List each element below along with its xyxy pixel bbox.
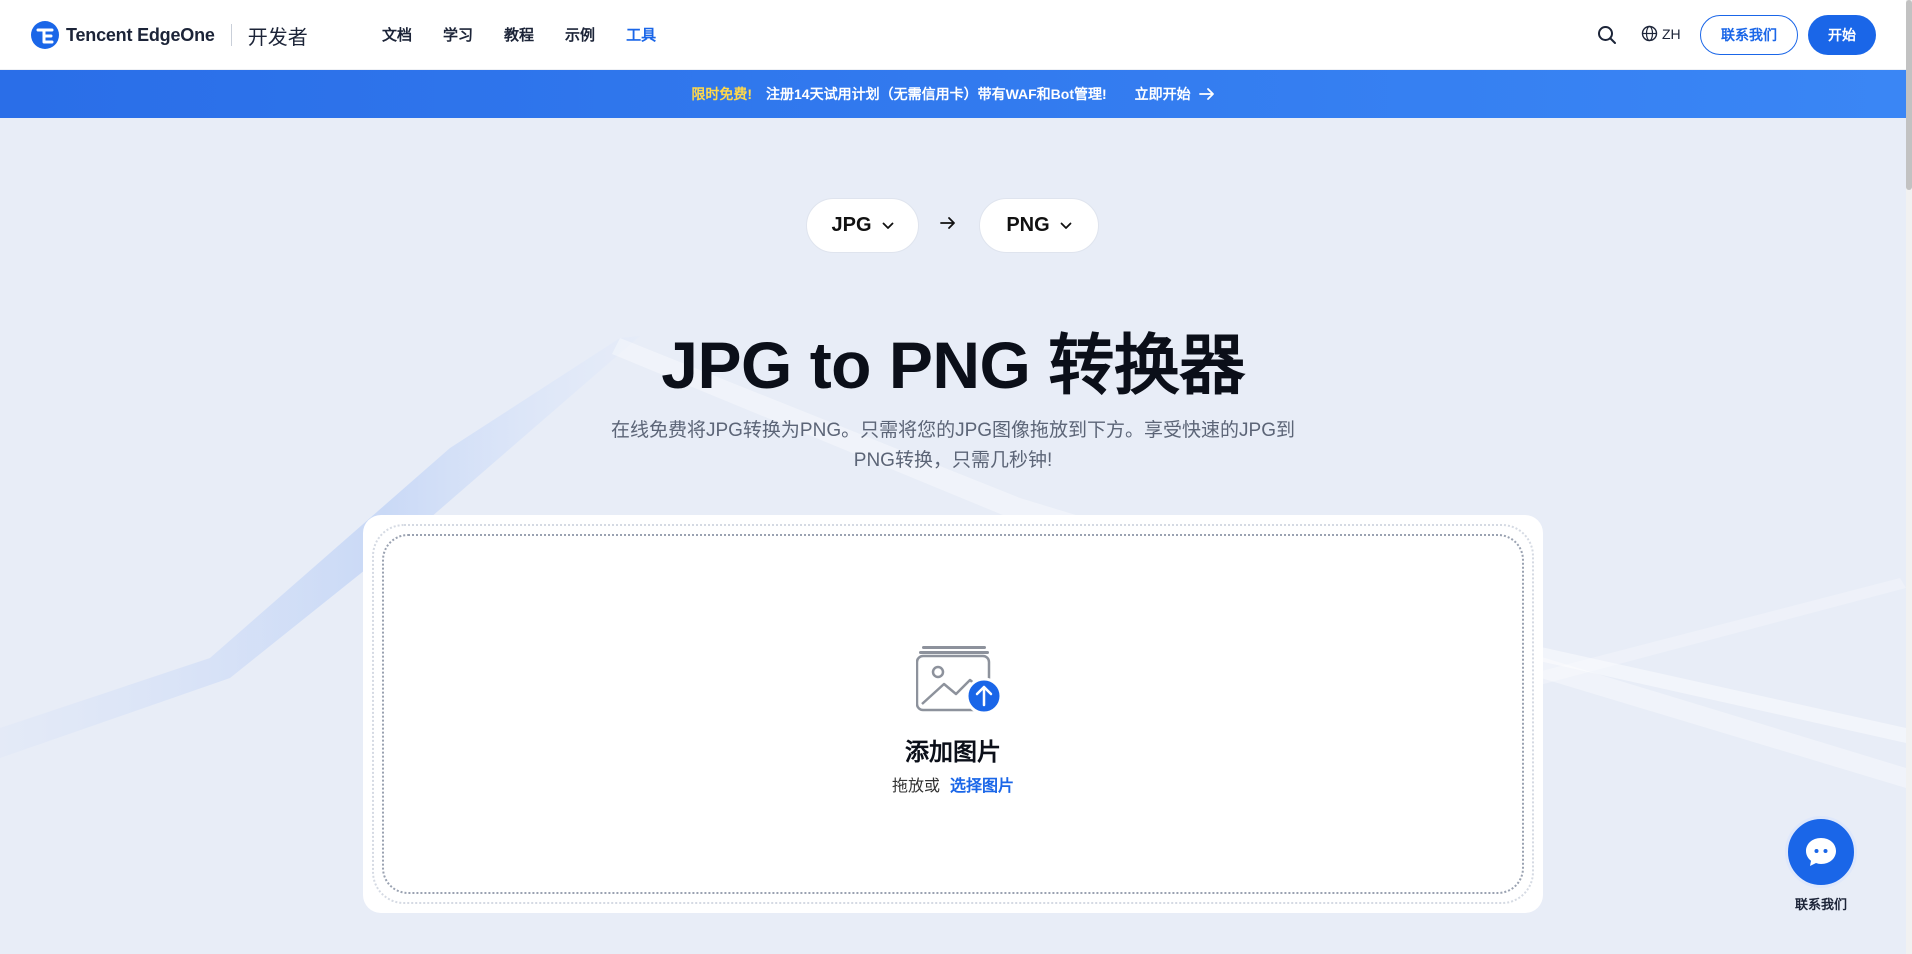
nav-tutorials[interactable]: 教程 [504, 24, 534, 45]
promo-link-label: 立即开始 [1134, 86, 1191, 102]
upload-hint-text: 拖放或 [891, 778, 940, 795]
scrollbar-thumb[interactable] [1906, 0, 1912, 190]
nav-docs[interactable]: 文档 [382, 24, 412, 45]
image-upload-icon [916, 646, 1003, 714]
chat-bubble-icon [1806, 838, 1836, 866]
nav-learn[interactable]: 学习 [443, 24, 473, 45]
promo-banner: 限时免费! 注册14天试用计划（无需信用卡）带有WAF和Bot管理! 立即开始 [0, 70, 1906, 118]
to-format-label: PNG [1006, 214, 1050, 236]
search-icon[interactable] [1596, 24, 1618, 46]
to-format-select[interactable]: PNG [979, 198, 1099, 253]
chevron-down-icon [1060, 222, 1072, 229]
upload-hint: 拖放或 选择图片 [0, 772, 1906, 796]
promo-text: 注册14天试用计划（无需信用卡）带有WAF和Bot管理! [766, 86, 1107, 102]
upload-dropzone[interactable] [382, 534, 1524, 894]
upload-title: 添加图片 [905, 739, 1001, 766]
main-nav: 文档 学习 教程 示例 工具 [382, 24, 687, 45]
select-image-link[interactable]: 选择图片 [950, 778, 1014, 795]
from-format-label: JPG [831, 214, 872, 236]
chat-label: 联系我们 [1794, 897, 1847, 912]
arrow-right-icon [1198, 88, 1214, 100]
page-subtitle: 在线免费将JPG转换为PNG。只需将您的JPG图像拖放到下方。享受快速的JPG到… [610, 420, 1296, 471]
promo-start-link[interactable]: 立即开始 [1135, 84, 1215, 104]
nav-examples[interactable]: 示例 [565, 24, 595, 45]
edgeone-logo-icon [31, 21, 59, 49]
get-started-button[interactable]: 开始 [1808, 15, 1876, 55]
language-label: ZH [1662, 25, 1681, 42]
nav-tools[interactable]: 工具 [626, 24, 656, 45]
brand-divider [230, 24, 232, 46]
language-switcher[interactable]: ZH [1641, 25, 1681, 42]
arrow-right-icon [940, 217, 955, 229]
page-title: JPG to PNG 转换器 [661, 328, 1245, 402]
top-header: Tencent EdgeOne 开发者 文档 学习 教程 示例 工具 ZH 联系… [0, 0, 1912, 70]
brand-name: Tencent EdgeOne [66, 24, 215, 45]
brand-logo[interactable]: Tencent EdgeOne 开发者 [30, 20, 308, 50]
globe-icon [1641, 25, 1658, 42]
contact-us-button[interactable]: 联系我们 [1700, 15, 1798, 55]
chevron-down-icon [882, 222, 893, 229]
chat-button[interactable] [1785, 816, 1857, 888]
from-format-select[interactable]: JPG [806, 198, 919, 253]
promo-badge: 限时免费! [691, 86, 752, 102]
brand-subtitle: 开发者 [247, 26, 308, 49]
